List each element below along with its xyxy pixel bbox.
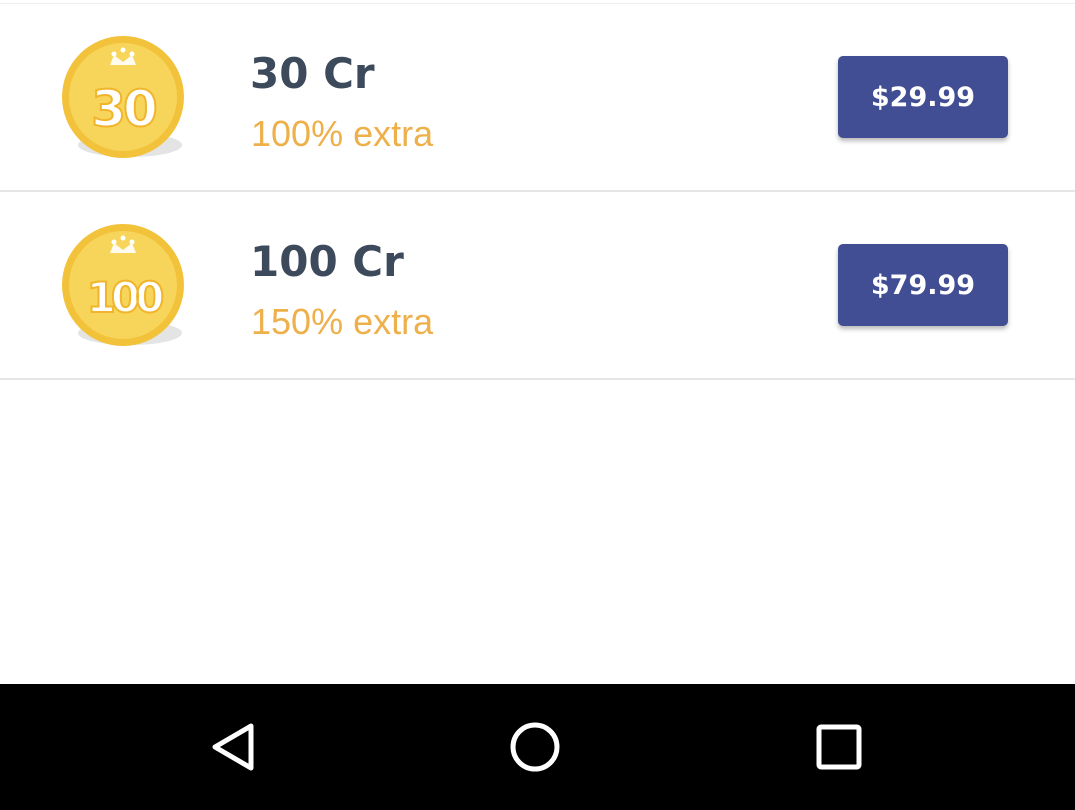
- package-row-30: 30 30 Cr 100% extra $29.99: [0, 4, 1075, 192]
- buy-30-cr-button[interactable]: $29.99: [838, 56, 1008, 138]
- navigation-bar: [0, 684, 1075, 810]
- buy-100-cr-button[interactable]: $79.99: [838, 244, 1008, 326]
- back-button[interactable]: [189, 702, 279, 792]
- recents-button[interactable]: [794, 702, 884, 792]
- coin-30-label: 30: [91, 80, 156, 138]
- package-bonus-text: 150% extra: [251, 301, 434, 342]
- home-button[interactable]: [490, 702, 580, 792]
- home-circle-icon: [510, 722, 560, 772]
- recents-square-icon: [816, 724, 862, 770]
- package-bonus-text: 100% extra: [251, 113, 434, 154]
- package-list-screen: 30 30 Cr 100% extra $29.99 100 100 Cr 15…: [0, 0, 1075, 684]
- package-amount: 30 Cr: [250, 49, 375, 98]
- back-triangle-icon: [212, 723, 254, 771]
- package-row-100: 100 100 Cr 150% extra $79.99: [0, 192, 1075, 380]
- coin-100-icon: 100: [60, 223, 186, 351]
- coin-30-icon: 30: [60, 35, 186, 163]
- package-amount: 100 Cr: [250, 237, 404, 286]
- coin-100-label: 100: [87, 273, 163, 322]
